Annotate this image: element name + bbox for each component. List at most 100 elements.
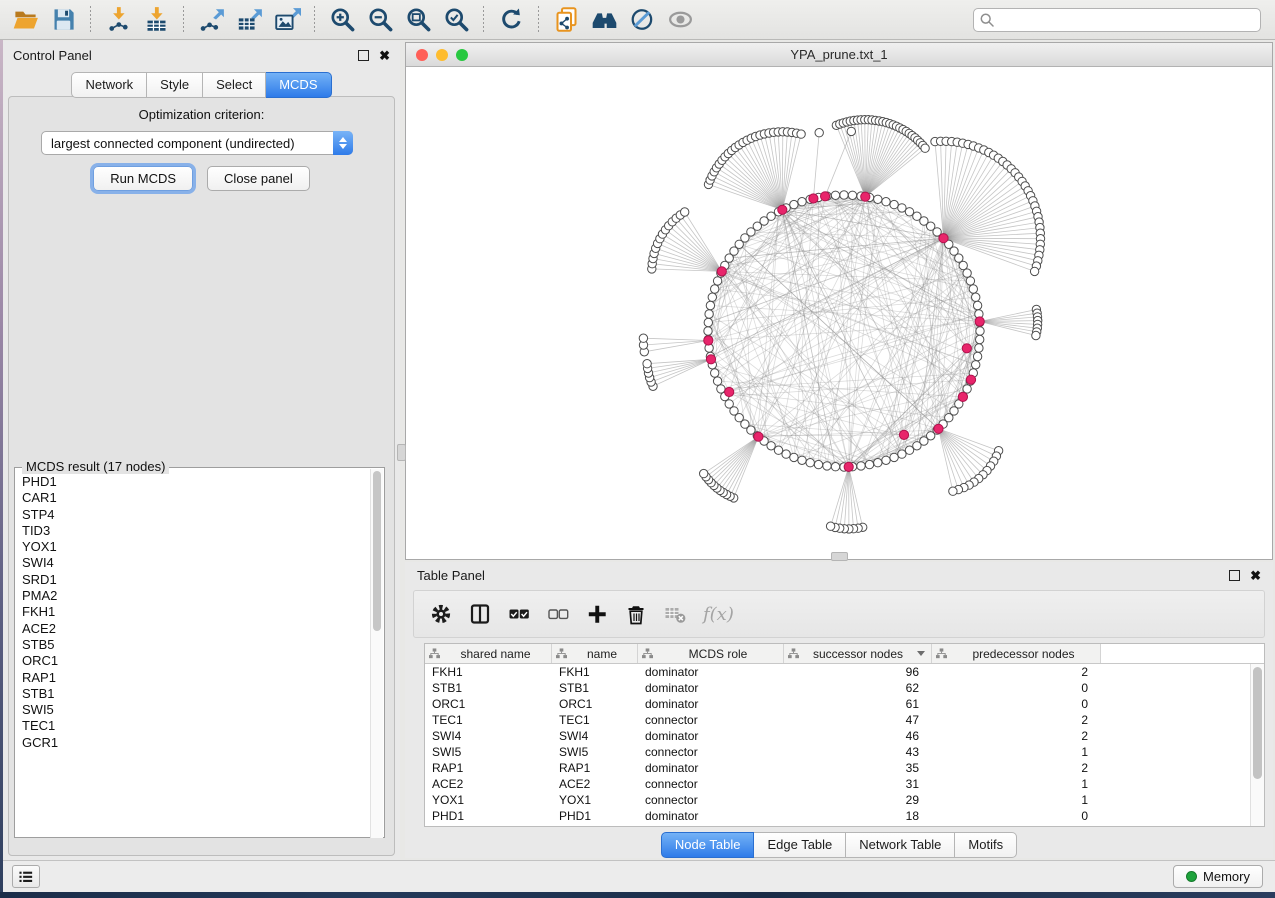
memory-button[interactable]: Memory	[1173, 865, 1263, 888]
column-header-predecessor-nodes[interactable]: predecessor nodes	[932, 644, 1101, 663]
cell-MCDS-role[interactable]: connector	[638, 745, 784, 759]
network-canvas[interactable]	[406, 67, 1272, 559]
cell-predecessor-nodes[interactable]: 2	[932, 713, 1101, 727]
cell-name[interactable]: STB1	[552, 681, 638, 695]
cell-successor-nodes[interactable]: 47	[784, 713, 932, 727]
cell-successor-nodes[interactable]: 31	[784, 777, 932, 791]
cell-predecessor-nodes[interactable]: 2	[932, 729, 1101, 743]
cell-MCDS-role[interactable]: dominator	[638, 697, 784, 711]
cell-name[interactable]: YOX1	[552, 793, 638, 807]
tab-mcds[interactable]: MCDS	[266, 72, 331, 98]
hide-graphics-details-button[interactable]	[623, 4, 661, 36]
cell-name[interactable]: SWI5	[552, 745, 638, 759]
deselect-all-button[interactable]	[547, 603, 569, 625]
cell-name[interactable]: RAP1	[552, 761, 638, 775]
mcds-result-node[interactable]: ACE2	[22, 621, 356, 637]
mcds-result-node[interactable]: STB5	[22, 637, 356, 653]
delete-column-button[interactable]	[625, 603, 647, 625]
vertical-splitter-handle[interactable]	[397, 444, 406, 461]
cell-shared-name[interactable]: PHD1	[425, 809, 552, 823]
cell-successor-nodes[interactable]: 29	[784, 793, 932, 807]
show-graphics-details-button[interactable]	[661, 4, 699, 36]
result-scrollbar-thumb[interactable]	[373, 471, 381, 631]
import-table-button[interactable]	[137, 4, 175, 36]
zoom-selected-button[interactable]	[437, 4, 475, 36]
zoom-fit-button[interactable]	[399, 4, 437, 36]
table-row[interactable]: PHD1PHD1dominator180	[425, 808, 1264, 824]
refresh-layout-button[interactable]	[492, 4, 530, 36]
result-scrollbar[interactable]	[370, 469, 383, 838]
mcds-result-node[interactable]: ORC1	[22, 653, 356, 669]
select-all-button[interactable]	[508, 603, 530, 625]
tab-network[interactable]: Network	[71, 72, 147, 98]
table-scrollbar-thumb[interactable]	[1253, 667, 1262, 779]
table-settings-button[interactable]	[430, 603, 452, 625]
cell-MCDS-role[interactable]: dominator	[638, 761, 784, 775]
tab-node-table[interactable]: Node Table	[661, 832, 755, 858]
cell-successor-nodes[interactable]: 43	[784, 745, 932, 759]
cell-shared-name[interactable]: RAP1	[425, 761, 552, 775]
cell-predecessor-nodes[interactable]: 2	[932, 665, 1101, 679]
mcds-result-node[interactable]: PMA2	[22, 588, 356, 604]
column-header-successor-nodes[interactable]: successor nodes	[784, 644, 932, 663]
table-row[interactable]: SWI4SWI4dominator462	[425, 728, 1264, 744]
cell-MCDS-role[interactable]: dominator	[638, 665, 784, 679]
zoom-in-button[interactable]	[323, 4, 361, 36]
cell-name[interactable]: ACE2	[552, 777, 638, 791]
cell-predecessor-nodes[interactable]: 1	[932, 745, 1101, 759]
cell-shared-name[interactable]: STB1	[425, 681, 552, 695]
close-table-panel-icon[interactable]: ✖	[1250, 570, 1261, 581]
task-history-button[interactable]	[12, 865, 40, 888]
cell-MCDS-role[interactable]: connector	[638, 777, 784, 791]
tab-style[interactable]: Style	[147, 72, 203, 98]
mcds-result-node[interactable]: STB1	[22, 686, 356, 702]
mcds-result-node[interactable]: SWI5	[22, 702, 356, 718]
cell-predecessor-nodes[interactable]: 0	[932, 681, 1101, 695]
export-table-button[interactable]	[230, 4, 268, 36]
cell-predecessor-nodes[interactable]: 1	[932, 793, 1101, 807]
cell-shared-name[interactable]: FKH1	[425, 665, 552, 679]
cell-MCDS-role[interactable]: dominator	[638, 681, 784, 695]
close-panel-icon[interactable]: ✖	[379, 50, 390, 61]
cell-predecessor-nodes[interactable]: 0	[932, 809, 1101, 823]
mcds-result-node[interactable]: RAP1	[22, 670, 356, 686]
clone-network-button[interactable]	[547, 4, 585, 36]
mcds-result-node[interactable]: GCR1	[22, 735, 356, 751]
maximize-window-icon[interactable]	[456, 49, 468, 61]
import-network-button[interactable]	[99, 4, 137, 36]
tab-network-table[interactable]: Network Table	[846, 832, 955, 858]
mcds-result-node[interactable]: SWI4	[22, 555, 356, 571]
table-row[interactable]: YOX1YOX1connector291	[425, 792, 1264, 808]
table-row[interactable]: ORC1ORC1dominator610	[425, 696, 1264, 712]
zoom-out-button[interactable]	[361, 4, 399, 36]
show-columns-button[interactable]	[469, 603, 491, 625]
close-window-icon[interactable]	[416, 49, 428, 61]
mcds-result-node[interactable]: TEC1	[22, 718, 356, 734]
cell-successor-nodes[interactable]: 62	[784, 681, 932, 695]
run-mcds-button[interactable]: Run MCDS	[93, 166, 193, 191]
mcds-result-node[interactable]: YOX1	[22, 539, 356, 555]
cell-shared-name[interactable]: SWI5	[425, 745, 552, 759]
horizontal-splitter-handle[interactable]	[831, 552, 848, 561]
column-header-shared-name[interactable]: shared name	[425, 644, 552, 663]
cell-shared-name[interactable]: ACE2	[425, 777, 552, 791]
cell-predecessor-nodes[interactable]: 1	[932, 777, 1101, 791]
tab-select[interactable]: Select	[203, 72, 266, 98]
mcds-result-node[interactable]: STP4	[22, 507, 356, 523]
table-row[interactable]: STB1STB1dominator620	[425, 680, 1264, 696]
table-row[interactable]: FKH1FKH1dominator962	[425, 664, 1264, 680]
table-row[interactable]: ACE2ACE2connector311	[425, 776, 1264, 792]
search-binoculars-button[interactable]	[585, 4, 623, 36]
cell-name[interactable]: ORC1	[552, 697, 638, 711]
mcds-result-node[interactable]: TID3	[22, 523, 356, 539]
cell-predecessor-nodes[interactable]: 0	[932, 697, 1101, 711]
column-header-MCDS-role[interactable]: MCDS role	[638, 644, 784, 663]
tab-edge-table[interactable]: Edge Table	[754, 832, 846, 858]
cell-successor-nodes[interactable]: 35	[784, 761, 932, 775]
mcds-result-node[interactable]: SRD1	[22, 572, 356, 588]
minimize-window-icon[interactable]	[436, 49, 448, 61]
cell-MCDS-role[interactable]: connector	[638, 713, 784, 727]
mcds-result-node[interactable]: CAR1	[22, 490, 356, 506]
table-scrollbar[interactable]	[1250, 664, 1264, 827]
cell-successor-nodes[interactable]: 18	[784, 809, 932, 823]
